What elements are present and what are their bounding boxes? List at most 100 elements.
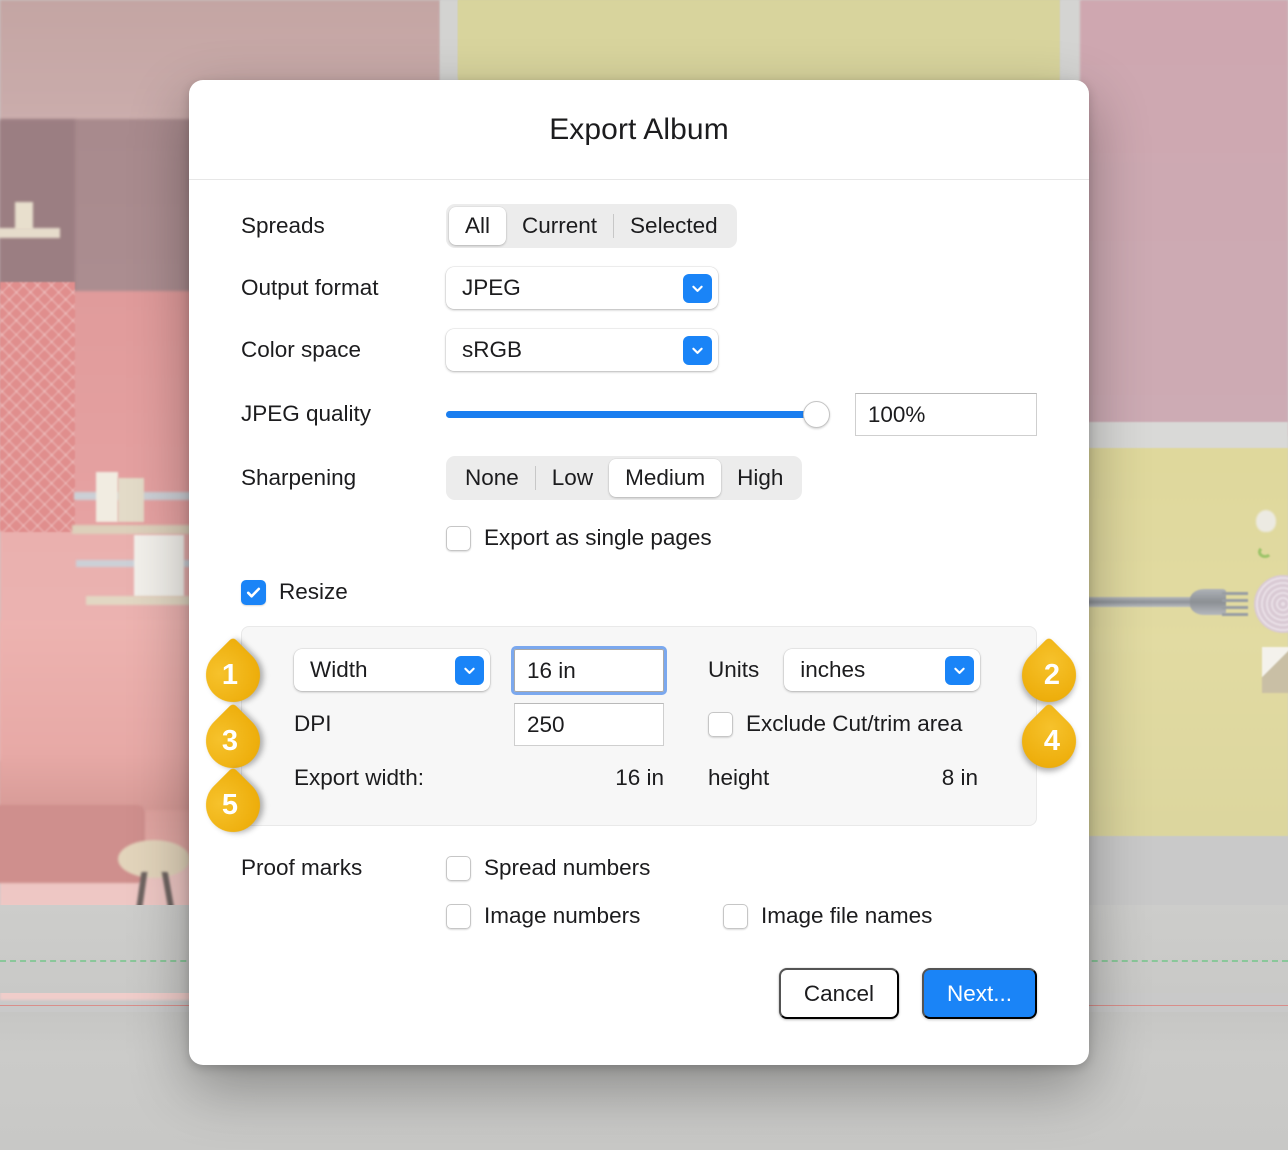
jpeg-quality-row: JPEG quality 100%	[241, 390, 1037, 438]
spread-numbers-checkbox[interactable]: Spread numbers	[446, 855, 650, 881]
spreads-row: Spreads All Current Selected	[241, 202, 1037, 250]
resize-panel: 1 3 5 2 4 Width 16 in Units inches DPI 2…	[194, 626, 1088, 844]
background-fork-tine	[1222, 599, 1248, 602]
proof-marks-label: Proof marks	[241, 855, 363, 880]
callout-badge-4: 4	[1010, 702, 1088, 780]
chevron-down-icon[interactable]	[945, 655, 975, 685]
sharpening-segmented-control[interactable]: None Low Medium High	[446, 456, 803, 500]
spread-numbers-label: Spread numbers	[484, 855, 651, 880]
image-numbers-label: Image numbers	[484, 903, 641, 928]
color-space-value: sRGB	[462, 337, 523, 362]
slider-thumb[interactable]	[803, 400, 830, 428]
background-food-photo	[1084, 448, 1288, 836]
export-height-value: 8 in	[941, 765, 978, 790]
output-format-value: JPEG	[462, 275, 521, 300]
dialog-body: Spreads All Current Selected Output form…	[189, 202, 1089, 940]
callout-badge-3: 3	[194, 702, 272, 780]
checkbox-box[interactable]	[446, 903, 471, 929]
callout-number: 4	[1043, 724, 1061, 757]
spreads-label: Spreads	[241, 213, 325, 238]
exclude-cut-trim-checkbox[interactable]: Exclude Cut/trim area	[708, 711, 962, 737]
color-space-label: Color space	[241, 337, 362, 362]
sharpening-option-low[interactable]: Low	[536, 459, 609, 496]
dpi-input[interactable]: 250	[514, 702, 664, 746]
next-button[interactable]: Next...	[921, 968, 1037, 1019]
checkbox-box[interactable]	[446, 525, 471, 551]
background-shelf-object	[15, 202, 33, 230]
background-shelf-object	[118, 478, 144, 522]
color-space-dropdown[interactable]: sRGB	[446, 329, 718, 371]
chevron-down-icon[interactable]	[683, 273, 712, 303]
output-format-dropdown[interactable]: JPEG	[446, 267, 718, 309]
resize-row: Resize	[241, 568, 1037, 616]
export-single-pages-checkbox[interactable]: Export as single pages	[446, 525, 712, 551]
callout-number: 1	[221, 658, 239, 691]
jpeg-quality-slider[interactable]	[446, 400, 830, 428]
background-table	[118, 840, 190, 878]
sharpening-option-medium[interactable]: Medium	[609, 459, 722, 497]
export-single-pages-label: Export as single pages	[484, 525, 712, 550]
screen: Export Album Spreads All Current Selecte…	[0, 0, 1288, 1150]
background-page-gutter	[1080, 422, 1288, 450]
background-bench	[0, 805, 145, 883]
image-file-names-label: Image file names	[761, 903, 933, 928]
export-album-dialog: Export Album Spreads All Current Selecte…	[189, 80, 1089, 1065]
chevron-down-icon[interactable]	[455, 655, 484, 685]
callout-number: 3	[221, 724, 239, 757]
resize-checkbox[interactable]: Resize	[241, 579, 348, 605]
output-format-label: Output format	[241, 275, 379, 300]
sharpening-row: Sharpening None Low Medium High	[241, 454, 1037, 502]
resize-dimension-row: Width 16 in Units inches	[242, 643, 1036, 697]
background-room-photo-right	[1080, 0, 1288, 436]
dpi-row: DPI 250 Exclude Cut/trim area	[242, 697, 1036, 751]
background-fork	[1082, 597, 1202, 607]
color-space-row: Color space sRGB	[241, 326, 1037, 374]
exclude-cut-trim-label: Exclude Cut/trim area	[746, 711, 963, 736]
units-dropdown[interactable]: inches	[784, 649, 981, 691]
units-value: inches	[800, 657, 866, 682]
page-title: Export Album	[549, 112, 729, 146]
spreads-option-current[interactable]: Current	[506, 207, 613, 244]
image-numbers-checkbox[interactable]: Image numbers	[446, 903, 723, 929]
background-wall-panel	[0, 120, 75, 290]
sharpening-option-none[interactable]: None	[449, 459, 535, 496]
resize-dimension-dropdown[interactable]: Width	[294, 649, 490, 691]
export-height-label: height	[708, 765, 770, 790]
background-fork-tine	[1222, 613, 1248, 616]
checkbox-box[interactable]	[241, 579, 266, 605]
dpi-label: DPI	[294, 711, 332, 736]
cancel-button[interactable]: Cancel	[778, 968, 899, 1019]
proof-marks-row-2: Image numbers Image file names	[241, 892, 1037, 940]
sharpening-option-high[interactable]: High	[721, 459, 799, 496]
background-fork-tine	[1222, 606, 1248, 609]
chevron-down-icon[interactable]	[683, 335, 712, 365]
jpeg-quality-label: JPEG quality	[241, 401, 372, 426]
background-shelf	[86, 596, 191, 605]
background-page-band	[458, 0, 1060, 78]
background-herb	[1258, 546, 1272, 558]
output-format-row: Output format JPEG	[241, 264, 1037, 312]
callout-badge-1: 1	[194, 636, 272, 714]
export-single-pages-row: Export as single pages	[241, 514, 1037, 562]
background-picture-frame	[134, 535, 184, 597]
export-size-row: Export width: 16 in height 8 in	[242, 751, 1036, 805]
checkbox-box[interactable]	[446, 855, 471, 881]
callout-number: 2	[1043, 658, 1061, 691]
resize-amount-input[interactable]: 16 in	[511, 645, 667, 695]
background-quilted-wall	[0, 282, 75, 532]
jpeg-quality-field[interactable]: 100%	[854, 392, 1037, 436]
spreads-option-all[interactable]: All	[449, 207, 507, 245]
checkbox-box[interactable]	[723, 903, 748, 929]
callout-badge-2: 2	[1010, 636, 1088, 714]
sharpening-label: Sharpening	[241, 465, 357, 490]
slider-fill	[446, 410, 817, 418]
units-label: Units	[708, 657, 760, 682]
resize-label: Resize	[279, 579, 348, 604]
proof-marks-row: Proof marks Spread numbers	[241, 844, 1037, 892]
dialog-footer: Cancel Next...	[189, 940, 1089, 1019]
checkbox-box[interactable]	[708, 711, 733, 737]
spreads-option-selected[interactable]: Selected	[614, 207, 734, 244]
image-file-names-checkbox[interactable]: Image file names	[723, 903, 932, 929]
background-garlic	[1256, 510, 1276, 532]
spreads-segmented-control[interactable]: All Current Selected	[446, 204, 737, 248]
